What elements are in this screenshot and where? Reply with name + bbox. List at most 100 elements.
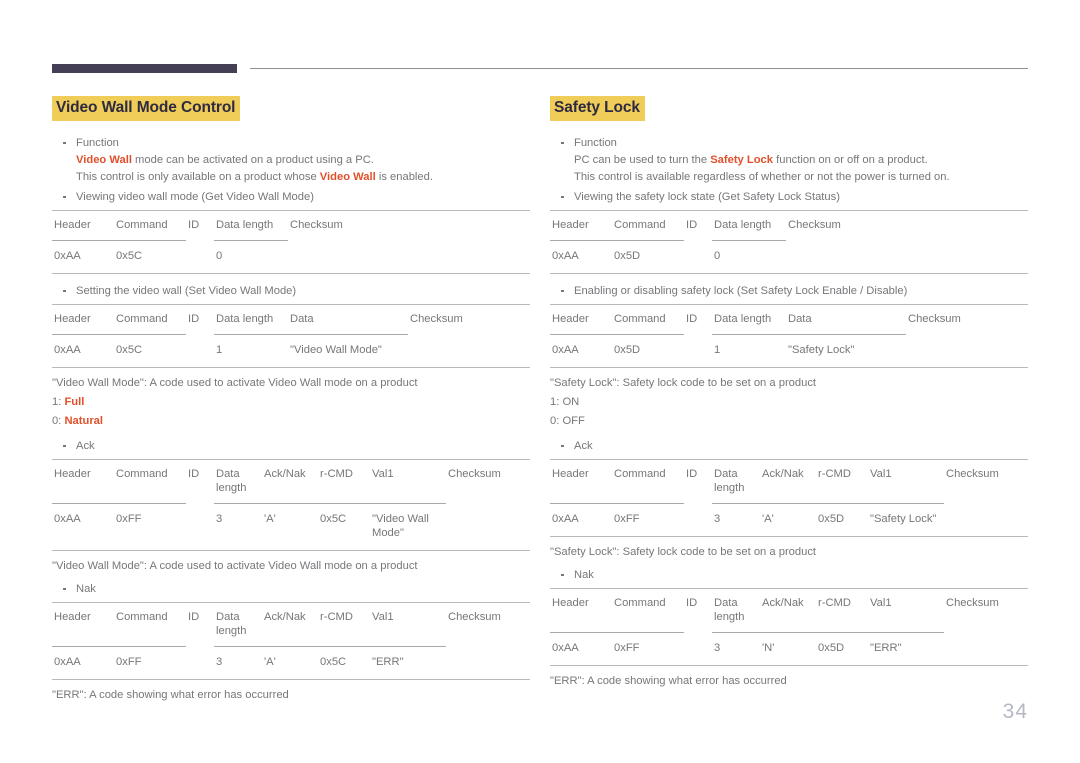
table-header-row: Header Command ID Data length Checksum	[52, 209, 530, 240]
right-ack-bullet: Ack	[550, 438, 1028, 455]
td-checksum	[408, 334, 530, 368]
left-code-note: "Video Wall Mode": A code used to activa…	[52, 376, 418, 389]
th-id: ID	[186, 601, 214, 646]
th-header: Header	[52, 209, 114, 240]
th-datalen: Data length	[712, 458, 760, 503]
right-code-note: "Safety Lock": Safety lock code to be se…	[550, 376, 817, 389]
table-row: 0xAA 0xFF 3 'A' 0x5C "ERR"	[52, 645, 530, 680]
td-datalen: 3	[214, 502, 262, 551]
th-id: ID	[684, 458, 712, 503]
right-function-bullet: Function PC can be used to turn the Safe…	[550, 135, 1028, 186]
table-header-row: Header Command ID Data length Ack/Nak r-…	[52, 458, 530, 503]
left-ack-note: "Video Wall Mode": A code used to activa…	[52, 559, 418, 572]
th-command: Command	[612, 587, 684, 632]
td-datalen: 1	[214, 333, 288, 368]
left-set-bullet: Setting the video wall (Set Video Wall M…	[52, 283, 530, 300]
right-nak-bullet: Nak	[550, 567, 1028, 584]
th-rcmd: r-CMD	[318, 601, 370, 646]
table-row: 0xAA 0x5D 1 "Safety Lock"	[550, 333, 1028, 368]
th-acknak: Ack/Nak	[262, 601, 318, 646]
td-command: 0xFF	[612, 502, 684, 537]
td-acknak: 'N'	[760, 631, 816, 666]
th-data: Data	[786, 303, 906, 334]
td-header: 0xAA	[52, 502, 114, 551]
left-set-table: Header Command ID Data length Data Check…	[52, 303, 530, 368]
th-id: ID	[186, 303, 214, 334]
left-function-line2-post: is enabled.	[375, 170, 433, 183]
td-data: "Video Wall Mode"	[288, 333, 408, 368]
th-datalen: Data length	[712, 209, 786, 240]
td-id	[186, 240, 214, 274]
td-checksum	[906, 334, 1028, 368]
td-id	[684, 503, 712, 537]
td-header: 0xAA	[550, 239, 612, 274]
th-header: Header	[550, 303, 612, 334]
th-id: ID	[186, 458, 214, 503]
th-command: Command	[114, 209, 186, 240]
table-header-row: Header Command ID Data length Data Check…	[550, 303, 1028, 334]
th-checksum: Checksum	[786, 209, 1028, 240]
page-number: 34	[1002, 700, 1028, 723]
td-rcmd: 0x5C	[318, 502, 370, 551]
table-row: 0xAA 0x5C 1 "Video Wall Mode"	[52, 333, 530, 368]
th-datalen: Data length	[712, 587, 760, 632]
th-command: Command	[612, 303, 684, 334]
td-header: 0xAA	[52, 333, 114, 368]
right-value-1: 1: ON	[550, 395, 580, 408]
left-value-1-prefix: 1:	[52, 395, 65, 408]
left-ack-table: Header Command ID Data length Ack/Nak r-…	[52, 458, 530, 551]
td-val1: "ERR"	[868, 631, 944, 666]
right-function-line2: This control is available regardless of …	[574, 170, 950, 183]
right-column: Safety Lock Function PC can be used to t…	[550, 96, 1028, 692]
right-function-line1: PC can be used to turn the Safety Lock f…	[574, 152, 1028, 169]
left-ack-bullet: Ack	[52, 438, 530, 455]
right-function-label: Function	[574, 136, 617, 149]
td-datalen: 1	[712, 333, 786, 368]
td-rcmd: 0x5C	[318, 645, 370, 680]
left-nak-bullet: Nak	[52, 581, 530, 598]
td-acknak: 'A'	[262, 502, 318, 551]
table-row: 0xAA 0xFF 3 'A' 0x5D "Safety Lock"	[550, 502, 1028, 537]
th-id: ID	[186, 209, 214, 240]
table-row: 0xAA 0x5C 0	[52, 239, 530, 274]
left-function-line1: Video Wall mode can be activated on a pr…	[76, 152, 530, 169]
td-rcmd: 0x5D	[816, 631, 868, 666]
page-root: { "page": { "number": "34", "accent_bar_…	[0, 0, 1080, 763]
table-header-row: Header Command ID Data length Data Check…	[52, 303, 530, 334]
th-checksum: Checksum	[906, 303, 1028, 334]
th-acknak: Ack/Nak	[262, 458, 318, 503]
left-get-table: Header Command ID Data length Checksum 0…	[52, 209, 530, 274]
th-datalen: Data length	[214, 303, 288, 334]
th-header: Header	[52, 601, 114, 646]
left-function-line1-emphasis: Video Wall	[76, 153, 132, 166]
td-id	[186, 646, 214, 680]
th-header: Header	[52, 458, 114, 503]
th-checksum: Checksum	[944, 458, 1028, 503]
left-value-1-emphasis: Full	[64, 395, 85, 408]
th-command: Command	[114, 303, 186, 334]
td-command: 0x5C	[114, 239, 186, 274]
left-function-bullet: Function Video Wall mode can be activate…	[52, 135, 530, 186]
th-checksum: Checksum	[446, 458, 530, 503]
td-header: 0xAA	[550, 333, 612, 368]
th-val1: Val1	[868, 458, 944, 503]
right-get-bullet: Viewing the safety lock state (Get Safet…	[550, 189, 1028, 206]
td-command: 0x5C	[114, 333, 186, 368]
td-header: 0xAA	[550, 631, 612, 666]
left-value-0-emphasis: Natural	[64, 414, 103, 427]
td-command: 0xFF	[612, 631, 684, 666]
td-checksum	[944, 632, 1028, 666]
td-val1: "ERR"	[370, 645, 446, 680]
th-id: ID	[684, 209, 712, 240]
th-rcmd: r-CMD	[318, 458, 370, 503]
th-datalen: Data length	[214, 458, 262, 503]
td-checksum	[446, 646, 530, 680]
header-accent-bar	[52, 64, 237, 73]
td-header: 0xAA	[52, 239, 114, 274]
left-function-line2: This control is only available on a prod…	[76, 169, 530, 186]
table-row: 0xAA 0x5D 0	[550, 239, 1028, 274]
table-row: 0xAA 0xFF 3 'N' 0x5D "ERR"	[550, 631, 1028, 666]
table-header-row: Header Command ID Data length Ack/Nak r-…	[52, 601, 530, 646]
th-rcmd: r-CMD	[816, 458, 868, 503]
left-section-heading: Video Wall Mode Control	[52, 96, 241, 121]
